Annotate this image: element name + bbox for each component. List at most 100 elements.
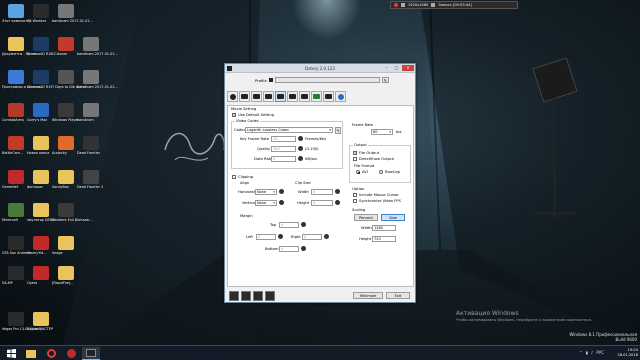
desktop-icon[interactable]: Resident Evil Biohazar... <box>52 203 93 222</box>
desktop-icon[interactable]: CCleaner <box>52 37 80 56</box>
width-input[interactable]: 1280 <box>372 225 396 231</box>
desktop-icon[interactable]: Документы - Ярлык <box>2 37 37 56</box>
avi-radio[interactable] <box>356 170 360 174</box>
rawcap-radio[interactable] <box>379 170 383 174</box>
file-output-checkbox[interactable] <box>353 151 357 155</box>
close-window-icon[interactable]: ✕ <box>402 65 414 71</box>
sync-fps-checkbox[interactable] <box>353 199 357 203</box>
exit-button[interactable]: Exit <box>386 292 410 299</box>
minimize-window-icon[interactable]: – <box>382 65 391 71</box>
taskbar-opera-icon[interactable] <box>42 347 60 360</box>
desktop-icon[interactable]: OmmyYid... <box>27 236 55 255</box>
volume-icon[interactable]: ♪ <box>591 350 594 355</box>
tab-screenshot[interactable] <box>287 91 298 102</box>
profile-select[interactable] <box>274 77 380 83</box>
desktop-icon[interactable]: Opera <box>27 266 55 285</box>
maximize-window-icon[interactable]: □ <box>392 65 401 71</box>
taskbar-explorer-icon[interactable] <box>22 347 40 360</box>
clock[interactable]: 19:04 28.01.2018 <box>617 348 638 358</box>
use-default-setting-checkbox[interactable] <box>232 113 236 117</box>
tab-folder[interactable] <box>299 91 310 102</box>
desktop-icon[interactable]: Minecraft <box>2 203 30 222</box>
desktop-icon[interactable]: CS Warface <box>27 4 55 23</box>
desktop-icon[interactable]: GameNet <box>2 170 30 189</box>
top-spinner-icon[interactable] <box>301 222 306 227</box>
desktop-icon[interactable]: image <box>52 236 80 255</box>
desktop-icon[interactable]: фотошоп <box>27 170 55 189</box>
keyframe-spinner-icon[interactable] <box>298 136 303 141</box>
desktop-icon[interactable]: bandicam <box>77 103 105 122</box>
frame-rate-select[interactable]: 60 <box>371 129 393 135</box>
desktop-icon[interactable]: bandicam 2017-01-02... <box>52 4 93 23</box>
desktop-icon[interactable]: Новая папка <box>27 136 55 155</box>
dxtory-window[interactable]: Dxtory 2.0.122 – □ ✕ Profile ✎ Movie Set… <box>224 63 416 303</box>
tab-audio[interactable] <box>311 91 322 102</box>
desktop-icon[interactable]: GTA San Andreas <box>2 236 31 255</box>
taskbar-app-icon[interactable] <box>62 347 80 360</box>
network-icon[interactable]: ▮ <box>586 350 588 355</box>
clip-width-input[interactable]: 0 <box>311 189 333 195</box>
brush-tool-icon[interactable] <box>241 290 251 301</box>
quality-input[interactable]: 100 <box>271 146 296 152</box>
desktop-icon[interactable]: bandicam 2017-01-02... <box>77 37 118 56</box>
clip-height-spinner-icon[interactable] <box>335 200 340 205</box>
datarate-spinner-icon[interactable] <box>298 156 303 161</box>
desktop-icon[interactable]: Vegas Pro 13.0 (64-bit) <box>2 312 41 331</box>
desktop-icon[interactable]: Cinema4D R19 <box>27 70 55 89</box>
desktop-icon[interactable]: 7 Days to Die Alpha <box>52 70 86 89</box>
taskbar-dxtory-icon[interactable] <box>82 347 100 360</box>
right-input[interactable]: 0 <box>302 234 322 240</box>
desktop-icon[interactable]: Dead Frontier <box>77 136 105 155</box>
desktop-icon[interactable]: Windows Player <box>52 103 80 122</box>
tab-movie[interactable] <box>275 91 286 102</box>
vertical-select[interactable]: None <box>255 200 277 206</box>
left-input[interactable]: 0 <box>256 234 276 240</box>
desktop-icon[interactable]: CombatArms <box>2 103 30 122</box>
desktop-icon[interactable]: [RapidFire]... <box>52 266 80 285</box>
chevron-up-icon[interactable]: ⌃ <box>579 350 582 355</box>
desktop-icon[interactable]: SandyBox <box>52 170 80 189</box>
codec-select[interactable]: Lagarith Lossless Codec <box>245 127 333 133</box>
stop-icon[interactable] <box>431 3 436 7</box>
desktop-icon[interactable]: Garry's Mod <box>27 103 55 122</box>
record-icon[interactable] <box>394 3 398 7</box>
include-mouse-checkbox[interactable] <box>353 193 357 197</box>
tab-info[interactable] <box>335 91 346 102</box>
keyframe-input[interactable]: 15 <box>271 136 296 142</box>
capture-tool-icon[interactable] <box>265 290 275 301</box>
bottom-input[interactable]: 0 <box>279 246 299 252</box>
profile-edit-button[interactable]: ✎ <box>381 77 389 83</box>
tab-display[interactable] <box>251 91 262 102</box>
horizontal-spinner-icon[interactable] <box>279 189 284 194</box>
tab-keyboard[interactable] <box>263 91 274 102</box>
language-indicator[interactable]: РУС <box>596 350 604 355</box>
tab-monitor[interactable] <box>239 91 250 102</box>
size-button[interactable]: Size <box>381 214 405 221</box>
desktop-icon[interactable]: Dead Frontier 2 <box>77 170 105 189</box>
overlay-tool-icon[interactable] <box>229 290 239 301</box>
vertical-spinner-icon[interactable] <box>279 200 284 205</box>
clipping-checkbox[interactable] <box>232 175 236 179</box>
desktop-icon[interactable]: Audacity <box>52 136 80 155</box>
pen-tool-icon[interactable] <box>253 290 263 301</box>
tab-overlay[interactable] <box>227 91 238 102</box>
desktop-icon[interactable]: SA-MP <box>2 266 30 285</box>
bottom-spinner-icon[interactable] <box>301 246 306 251</box>
directshow-output-checkbox[interactable] <box>353 157 357 161</box>
codec-config-button[interactable]: ✎ <box>335 127 341 134</box>
left-spinner-icon[interactable] <box>278 234 283 239</box>
tab-advanced[interactable] <box>323 91 334 102</box>
height-input[interactable]: 720 <box>372 236 396 242</box>
percent-button[interactable]: Percent <box>354 214 378 221</box>
horizontal-select[interactable]: None <box>255 189 277 195</box>
desktop-icon[interactable]: BattleCam... <box>2 136 30 155</box>
desktop-icon[interactable]: Видео МАСТЕР <box>27 312 55 331</box>
datarate-input[interactable]: 0 <box>271 156 296 162</box>
desktop-icon[interactable]: Программы и компон... <box>2 70 43 89</box>
clip-height-input[interactable]: 0 <box>311 200 333 206</box>
start-button[interactable] <box>2 347 20 360</box>
window-titlebar[interactable]: Dxtory 2.0.122 – □ ✕ <box>225 64 415 73</box>
top-input[interactable]: 0 <box>279 222 299 228</box>
quality-spinner-icon[interactable] <box>298 146 303 151</box>
right-spinner-icon[interactable] <box>324 234 329 239</box>
